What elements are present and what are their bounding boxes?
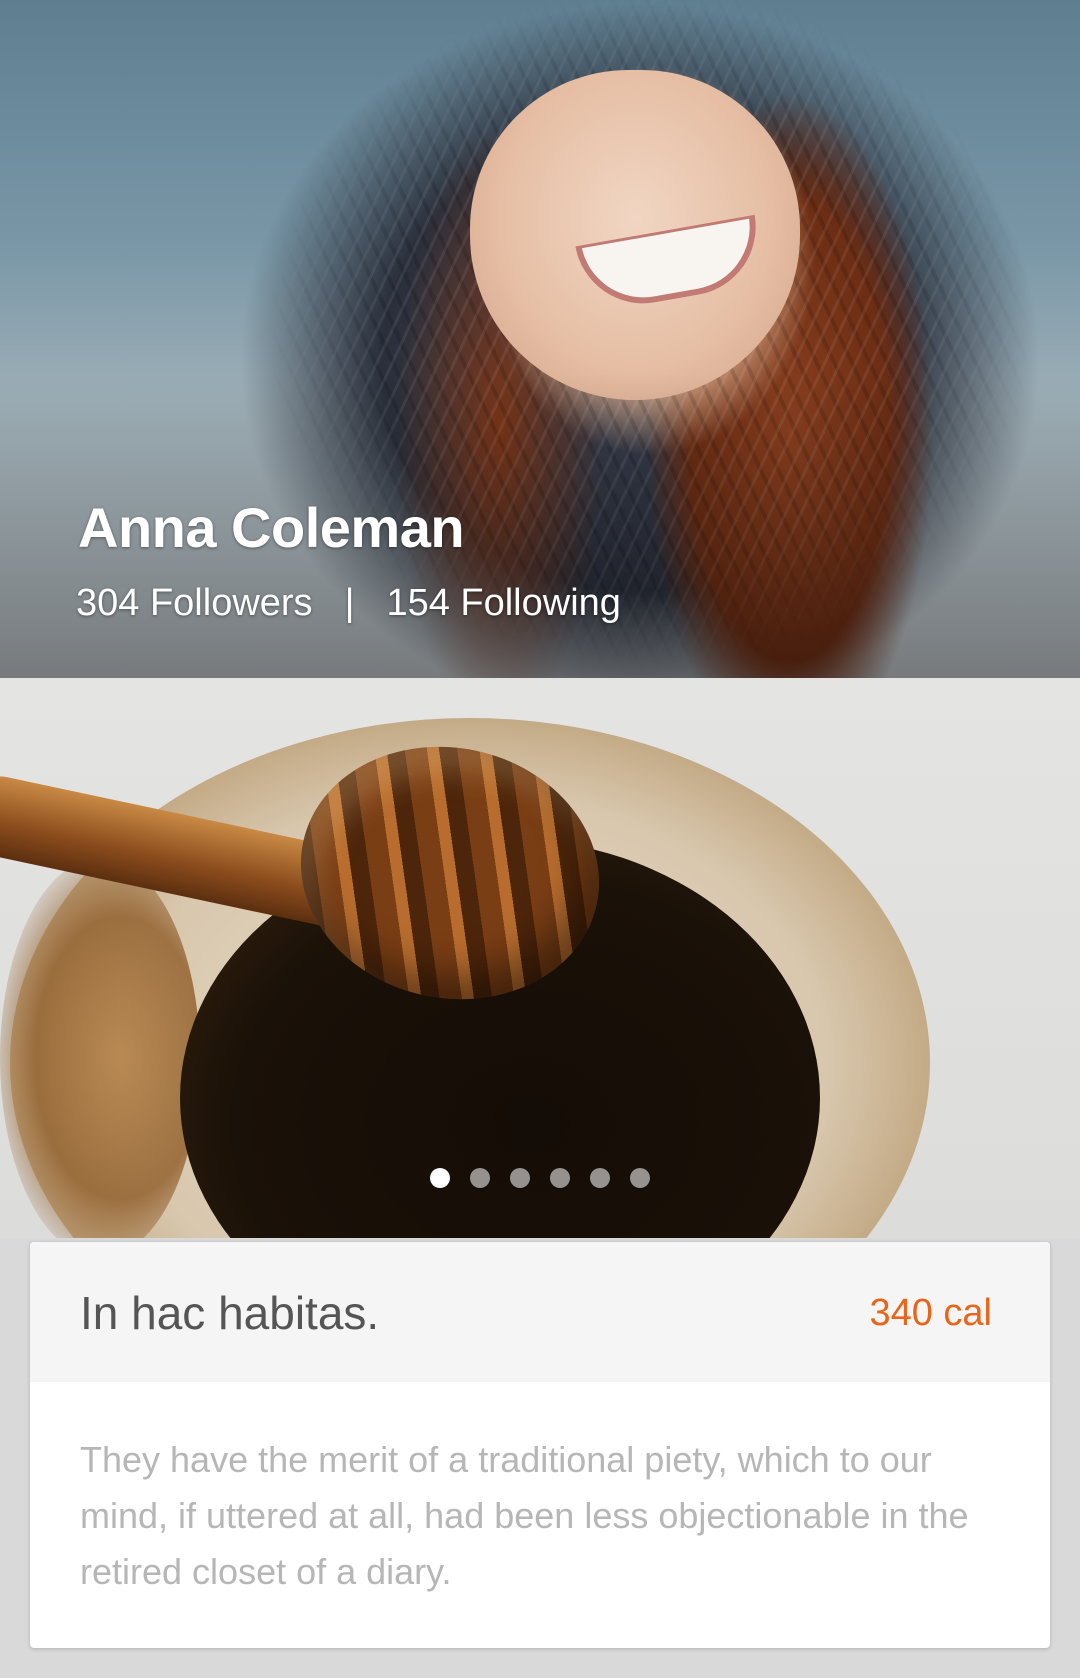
image-slider[interactable]	[0, 678, 1080, 1238]
followers-count[interactable]: 304 Followers	[76, 582, 313, 624]
stats-separator: |	[344, 582, 355, 624]
slider-dot[interactable]	[470, 1168, 490, 1188]
slider-dot[interactable]	[510, 1168, 530, 1188]
profile-stats: 304 Followers | 154 Following	[76, 582, 621, 625]
slider-dot[interactable]	[590, 1168, 610, 1188]
profile-photo-shade	[0, 0, 1080, 678]
recipe-description: They have the merit of a traditional pie…	[80, 1439, 969, 1592]
slider-pagination	[430, 1168, 650, 1188]
profile-name: Anna Coleman	[78, 496, 465, 559]
slide-image-jar-side	[0, 858, 200, 1238]
recipe-title: In hac habitas.	[80, 1287, 380, 1339]
recipe-card[interactable]: In hac habitas. 340 cal They have the me…	[30, 1242, 1050, 1648]
slider-dot[interactable]	[630, 1168, 650, 1188]
recipe-card-header: In hac habitas. 340 cal	[30, 1242, 1050, 1382]
slider-dot[interactable]	[550, 1168, 570, 1188]
following-count[interactable]: 154 Following	[386, 582, 620, 624]
slider-dot[interactable]	[430, 1168, 450, 1188]
profile-header: Anna Coleman 304 Followers | 154 Following	[0, 0, 1080, 678]
calorie-count: 340 cal	[869, 1292, 992, 1334]
